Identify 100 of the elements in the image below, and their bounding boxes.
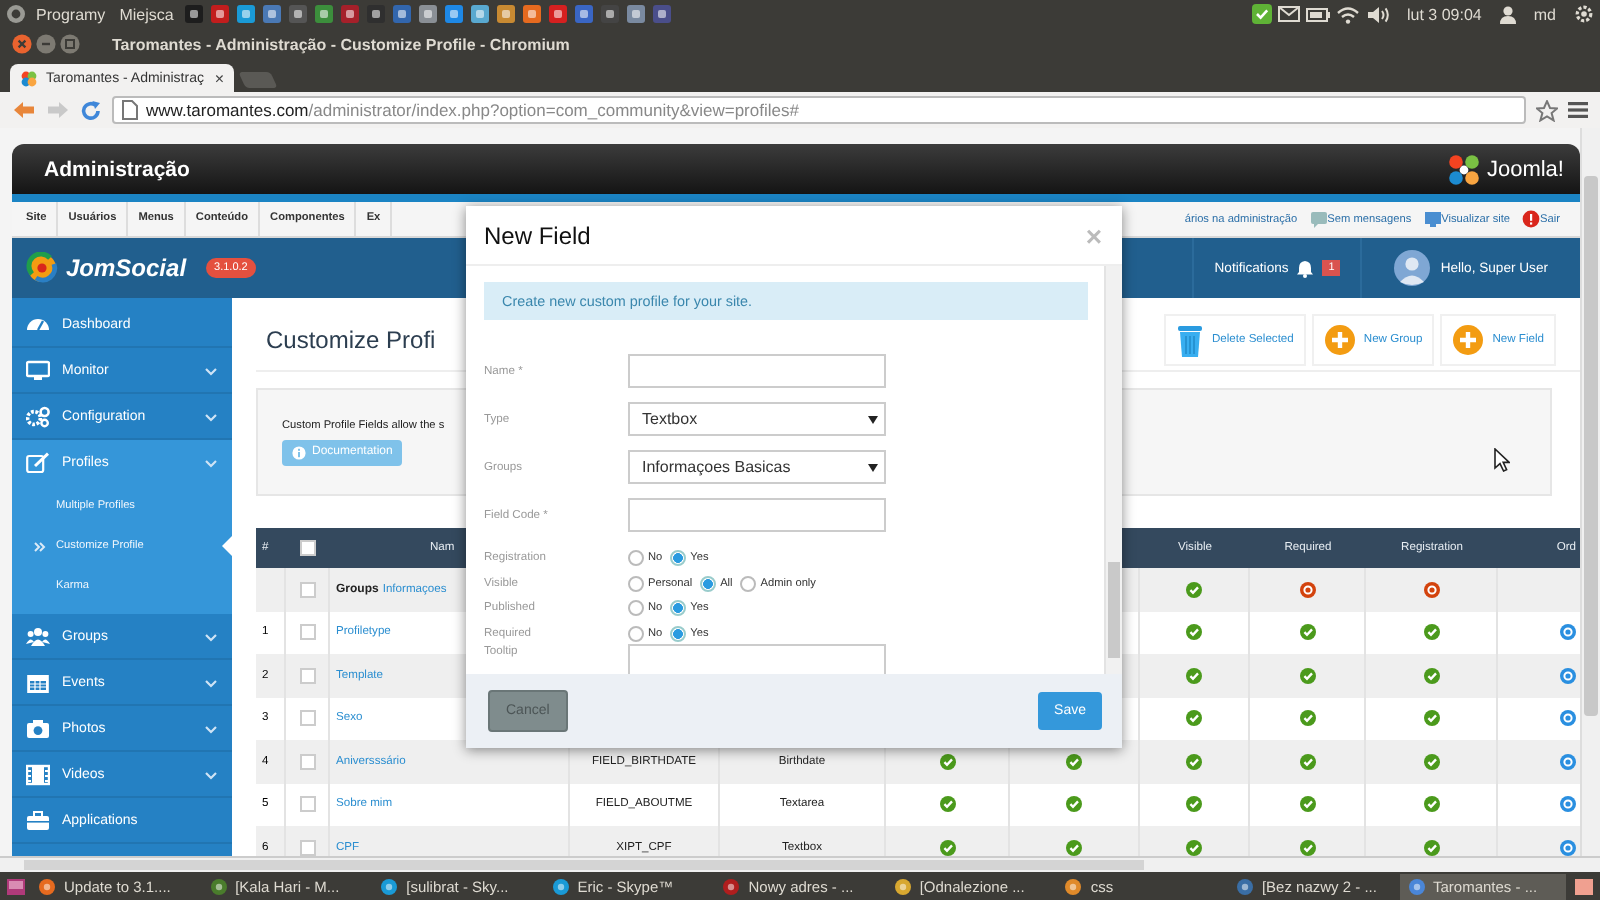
radio-button[interactable] <box>700 575 717 592</box>
app-icon[interactable] <box>521 4 542 24</box>
app-icon[interactable] <box>365 4 386 24</box>
ring-icon[interactable] <box>1299 581 1315 598</box>
check-icon[interactable] <box>1299 796 1315 813</box>
ring-icon[interactable] <box>1560 624 1576 641</box>
checkbox[interactable] <box>299 710 315 727</box>
check-icon[interactable] <box>1299 624 1315 641</box>
input-field[interactable] <box>628 354 886 388</box>
radio-button[interactable] <box>628 600 644 617</box>
ring-icon[interactable] <box>1560 667 1576 684</box>
ring-icon[interactable] <box>1560 796 1576 813</box>
app-icon[interactable] <box>443 4 464 24</box>
speaker-icon[interactable] <box>1365 5 1389 23</box>
app-icon[interactable] <box>625 4 646 24</box>
ring-icon[interactable] <box>1560 710 1576 727</box>
check-icon[interactable] <box>939 839 955 856</box>
back-icon[interactable] <box>12 100 36 120</box>
app-icon[interactable] <box>313 4 334 24</box>
check-icon[interactable] <box>1423 753 1439 770</box>
radio-button[interactable] <box>670 600 687 617</box>
check-icon[interactable] <box>1186 753 1202 770</box>
check-icon[interactable] <box>1066 796 1082 813</box>
dropdown[interactable]: Informaçoes Basicas <box>628 450 886 484</box>
check-icon[interactable] <box>1299 753 1315 770</box>
check-icon[interactable] <box>939 753 955 770</box>
app-icon[interactable] <box>339 4 360 24</box>
close-button[interactable]: × <box>214 69 224 87</box>
scrollbar[interactable] <box>1104 266 1122 674</box>
check-icon[interactable] <box>1251 4 1271 24</box>
checkbox[interactable] <box>299 581 315 598</box>
checkbox[interactable] <box>299 753 315 770</box>
mail-icon[interactable] <box>1277 6 1299 22</box>
check-icon[interactable] <box>1186 839 1202 856</box>
check-icon[interactable] <box>1423 796 1439 813</box>
radio-button[interactable] <box>740 575 757 592</box>
check-icon[interactable] <box>1066 753 1082 770</box>
check-icon[interactable] <box>1299 667 1315 684</box>
scrollbar[interactable] <box>0 856 1600 872</box>
checkbox[interactable] <box>299 796 315 813</box>
check-icon[interactable] <box>1186 667 1202 684</box>
app-icon[interactable] <box>651 4 672 24</box>
radio-button[interactable] <box>628 625 644 642</box>
wifi-icon[interactable] <box>1335 5 1359 23</box>
ring-icon[interactable] <box>1560 839 1576 856</box>
check-icon[interactable] <box>1299 710 1315 727</box>
check-icon[interactable] <box>1423 710 1439 727</box>
check-icon[interactable] <box>1423 667 1439 684</box>
battery-icon[interactable] <box>1305 7 1329 21</box>
app-icon[interactable] <box>547 4 568 24</box>
check-icon[interactable] <box>1299 839 1315 856</box>
maximize-icon[interactable] <box>60 34 80 54</box>
scrollbar[interactable] <box>1580 128 1600 856</box>
app-icon[interactable] <box>417 4 438 24</box>
bell-icon[interactable] <box>1296 259 1315 277</box>
radio-button[interactable] <box>670 625 687 642</box>
menu-icon[interactable] <box>1568 100 1588 120</box>
system-menu-icon[interactable] <box>6 4 26 24</box>
check-icon[interactable] <box>1423 624 1439 641</box>
app-icon[interactable] <box>495 4 516 24</box>
app-icon[interactable] <box>183 4 204 24</box>
reload-icon[interactable] <box>80 99 102 121</box>
app-icon[interactable] <box>573 4 594 24</box>
star-icon[interactable] <box>1536 99 1558 121</box>
app-icon[interactable] <box>235 4 256 24</box>
app-icon[interactable] <box>209 4 230 24</box>
address-field[interactable]: www.taromantes.com/administrator/index.php?option=com_community&view=profiles# <box>112 96 1526 124</box>
swirl-logo-icon <box>26 252 58 284</box>
radio-button[interactable] <box>670 550 687 567</box>
settings-icon[interactable] <box>1574 4 1594 24</box>
panel-menu[interactable]: Programy <box>36 5 106 23</box>
app-icon[interactable] <box>261 4 282 24</box>
clock[interactable]: lut 3 09:04 <box>1407 5 1482 23</box>
check-icon[interactable] <box>1066 839 1082 856</box>
dropdown[interactable]: Textbox <box>628 402 886 436</box>
app-icon[interactable] <box>1574 877 1595 895</box>
app-icon[interactable] <box>469 4 490 24</box>
checkbox[interactable] <box>299 839 315 856</box>
ring-icon[interactable] <box>1560 753 1576 770</box>
check-icon[interactable] <box>1186 624 1202 641</box>
checkbox[interactable] <box>300 540 316 556</box>
app-icon[interactable] <box>287 4 308 24</box>
check-icon[interactable] <box>1186 796 1202 813</box>
check-icon[interactable] <box>939 796 955 813</box>
user-name[interactable]: md <box>1533 5 1556 23</box>
check-icon[interactable] <box>1423 839 1439 856</box>
app-icon[interactable] <box>599 4 620 24</box>
checkbox[interactable] <box>299 624 315 641</box>
close-icon[interactable] <box>12 34 32 54</box>
checkbox[interactable] <box>299 667 315 684</box>
app-icon[interactable] <box>391 4 412 24</box>
radio-button[interactable] <box>628 550 644 567</box>
check-icon[interactable] <box>1186 581 1202 598</box>
check-icon[interactable] <box>1186 710 1202 727</box>
input-field[interactable] <box>628 498 886 532</box>
ring-icon[interactable] <box>1423 581 1439 598</box>
minimize-icon[interactable] <box>36 34 56 54</box>
radio-button[interactable] <box>628 575 644 592</box>
show-desktop-icon[interactable] <box>6 877 26 895</box>
panel-menu[interactable]: Miejsca <box>119 5 174 23</box>
